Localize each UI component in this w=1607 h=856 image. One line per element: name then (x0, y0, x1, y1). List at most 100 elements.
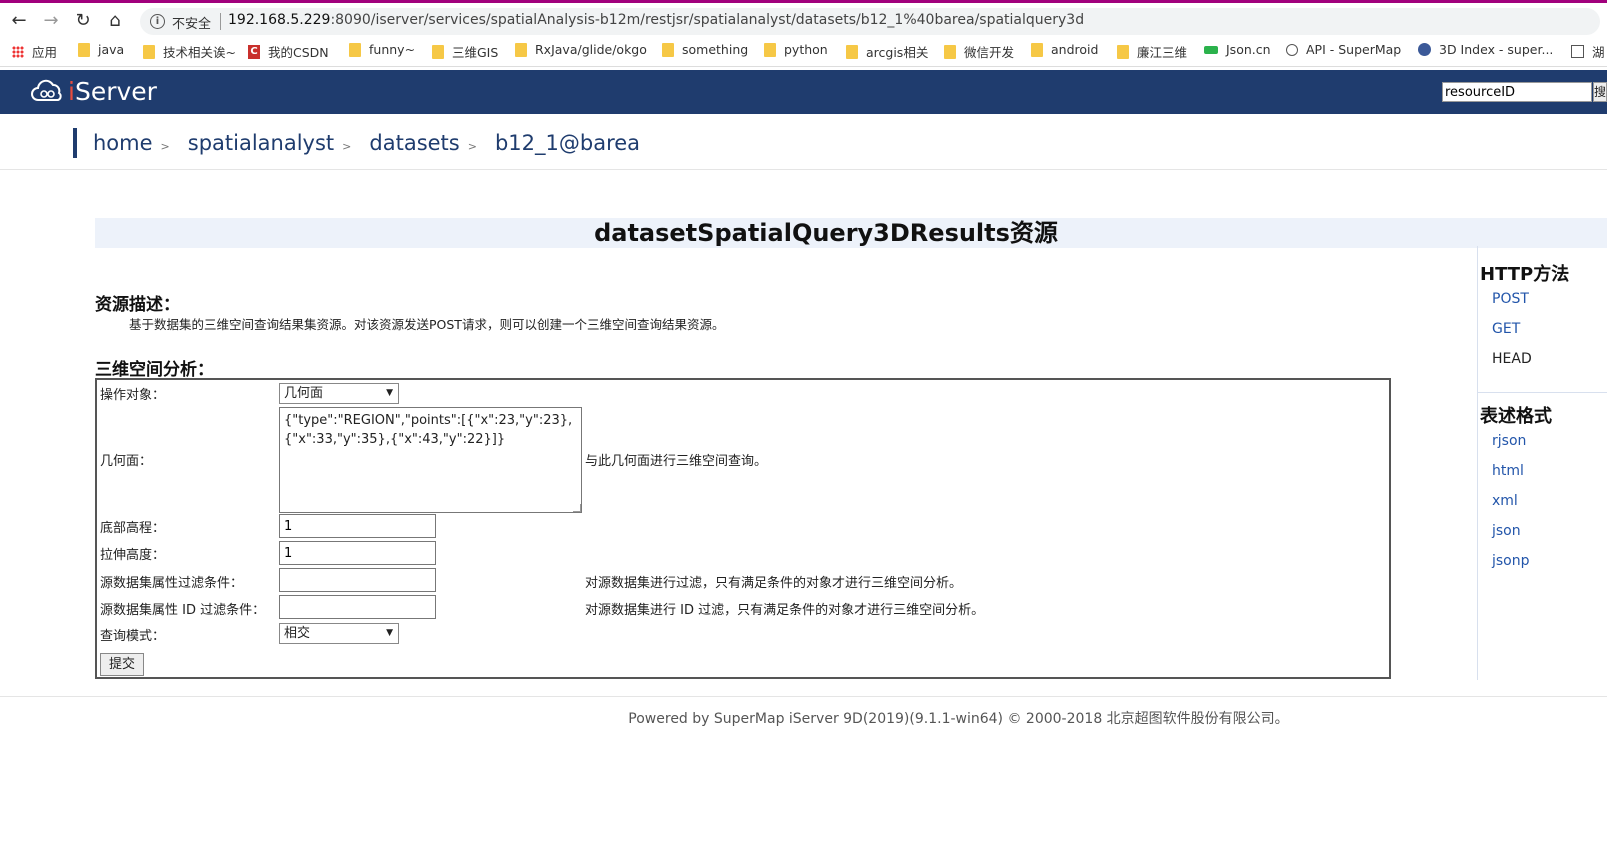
folder-icon (846, 44, 858, 59)
apps-icon (12, 45, 24, 58)
bookmark-more[interactable]: 湖 (1571, 42, 1605, 61)
bookmark-lianjiang[interactable]: 廉江三维 (1117, 42, 1187, 61)
format-xml[interactable]: xml (1492, 493, 1518, 509)
image-icon (1571, 45, 1584, 58)
breadcrumb-home[interactable]: home (93, 131, 153, 155)
page-title: datasetSpatialQuery3DResults资源 (594, 219, 1058, 247)
chevron-down-icon: ▼ (386, 628, 393, 638)
folder-icon (764, 42, 776, 57)
bookmark-wechat[interactable]: 微信开发 (944, 42, 1014, 61)
breadcrumb-separator: > (467, 139, 477, 153)
insecure-label: 不安全 (172, 17, 212, 32)
bookmark-apps[interactable]: 应用 (12, 42, 57, 61)
breadcrumb-dataset[interactable]: b12_1@barea (495, 131, 640, 155)
bookmark-supermap-api[interactable]: API - SuperMap (1286, 42, 1401, 57)
format-json[interactable]: json (1492, 523, 1521, 539)
logo-text: iServer (68, 77, 157, 106)
formats-heading: 表述格式 (1480, 406, 1552, 427)
attr-filter-note: 对源数据集进行过滤，只有满足条件的对象才进行三维空间分析。 (585, 576, 963, 591)
operation-select[interactable]: 几何面 ▼ (279, 383, 399, 404)
extrude-height-input[interactable] (279, 541, 436, 565)
footer-text: Powered by SuperMap iServer 9D(2019)(9.1… (628, 711, 1289, 727)
breadcrumb-separator: > (160, 139, 170, 153)
folder-icon (1031, 42, 1043, 57)
attr-filter-input[interactable] (279, 568, 436, 592)
home-icon[interactable]: ⌂ (104, 10, 126, 32)
bottom-altitude-label: 底部高程： (100, 521, 166, 536)
folder-icon (78, 42, 90, 57)
forward-arrow-icon[interactable]: → (40, 10, 62, 32)
bookmark-tech[interactable]: 技术相关诶~ (143, 42, 236, 61)
operation-label: 操作对象： (100, 388, 166, 403)
attr-filter-label: 源数据集属性过滤条件： (100, 576, 244, 591)
http-method-get[interactable]: GET (1492, 321, 1520, 337)
bookmark-android[interactable]: android (1031, 42, 1098, 57)
bookmark-jsoncn[interactable]: Json.cn (1204, 42, 1271, 57)
bookmarks-bar: 应用 java 技术相关诶~ C 我的CSDN funny~ 三维GIS RxJa… (0, 37, 1607, 67)
globe-icon (1286, 43, 1298, 56)
http-methods-heading: HTTP方法 (1480, 264, 1570, 285)
resize-grip-icon[interactable] (573, 504, 581, 512)
url-text[interactable]: 192.168.5.229:8090/iserver/services/spat… (228, 12, 1084, 28)
resource-search-button[interactable]: 搜 (1593, 82, 1607, 102)
query-mode-label: 查询模式： (100, 629, 166, 644)
browser-address-bar: ← → ↻ ⌂ i 不安全 192.168.5.229:8090/iserver… (0, 0, 1607, 37)
breadcrumb-spatialanalyst[interactable]: spatialanalyst (188, 131, 334, 155)
format-rjson[interactable]: rjson (1492, 433, 1526, 449)
url-field[interactable]: i 不安全 192.168.5.229:8090/iserver/service… (140, 8, 1600, 35)
folder-icon (1117, 44, 1129, 59)
description-text: 基于数据集的三维空间查询结果集资源。对该资源发送POST请求，则可以创建一个三维… (129, 317, 725, 332)
bottom-altitude-input[interactable] (279, 514, 436, 538)
folder-icon (662, 42, 674, 57)
http-method-post[interactable]: POST (1492, 291, 1529, 307)
divider (0, 696, 1607, 697)
id-filter-label: 源数据集属性 ID 过滤条件： (100, 603, 266, 618)
title-band: datasetSpatialQuery3DResults资源 (95, 218, 1607, 248)
folder-icon (143, 44, 155, 59)
folder-icon (349, 42, 361, 57)
csdn-icon: C (248, 44, 260, 59)
url-separator (220, 13, 221, 30)
iserver-logo[interactable]: iServer (30, 77, 157, 106)
back-arrow-icon[interactable]: ← (8, 10, 30, 32)
analysis-heading: 三维空间分析： (95, 360, 214, 380)
id-filter-note: 对源数据集进行 ID 过滤，只有满足条件的对象才进行三维空间分析。 (585, 603, 985, 618)
format-jsonp[interactable]: jsonp (1492, 553, 1530, 569)
folder-icon (944, 44, 956, 59)
bookmark-csdn[interactable]: C 我的CSDN (248, 42, 329, 61)
breadcrumb: home > spatialanalyst > datasets > b12_1… (73, 128, 640, 158)
bookmark-3d-index[interactable]: 3D Index - super... (1418, 42, 1553, 57)
breadcrumb-separator: > (342, 139, 352, 153)
cloud-logo-icon (31, 79, 62, 101)
folder-icon (515, 42, 527, 57)
breadcrumb-datasets[interactable]: datasets (369, 131, 459, 155)
divider (0, 169, 1607, 170)
query-mode-select[interactable]: 相交 ▼ (279, 623, 399, 644)
http-method-head: HEAD (1492, 351, 1532, 367)
bookmark-arcgis[interactable]: arcgis相关 (846, 42, 928, 61)
bookmark-something[interactable]: something (662, 42, 748, 57)
bookmark-python[interactable]: python (764, 42, 828, 57)
chevron-down-icon: ▼ (386, 388, 393, 398)
geometry-note: 与此几何面进行三维空间查询。 (585, 454, 768, 469)
bookmark-java[interactable]: java (78, 42, 124, 57)
spatial-query-form: 操作对象： 几何面 ▼ 几何面： {"type":"REGION","point… (95, 378, 1391, 679)
id-filter-input[interactable] (279, 595, 436, 619)
right-panel: HTTP方法 POST GET HEAD 表述格式 rjson html xml… (1477, 246, 1607, 680)
reload-icon[interactable]: ↻ (72, 10, 94, 32)
format-html[interactable]: html (1492, 463, 1524, 479)
geometry-label: 几何面： (100, 454, 153, 469)
description-heading: 资源描述： (95, 295, 180, 315)
submit-button[interactable]: 提交 (100, 653, 144, 676)
bookmark-rxjava[interactable]: RxJava/glide/okgo (515, 42, 647, 57)
jsoncn-icon (1204, 45, 1218, 54)
bookmark-3dgis[interactable]: 三维GIS (432, 42, 498, 61)
bookmark-funny[interactable]: funny~ (349, 42, 415, 57)
divider (1478, 392, 1607, 393)
info-icon[interactable]: i (150, 14, 165, 29)
iserver-header: iServer 搜 (0, 70, 1607, 114)
resource-search-input[interactable] (1442, 82, 1592, 102)
index-icon (1418, 43, 1431, 56)
folder-icon (432, 44, 444, 59)
geometry-textarea[interactable]: {"type":"REGION","points":[{"x":23,"y":2… (279, 407, 582, 513)
